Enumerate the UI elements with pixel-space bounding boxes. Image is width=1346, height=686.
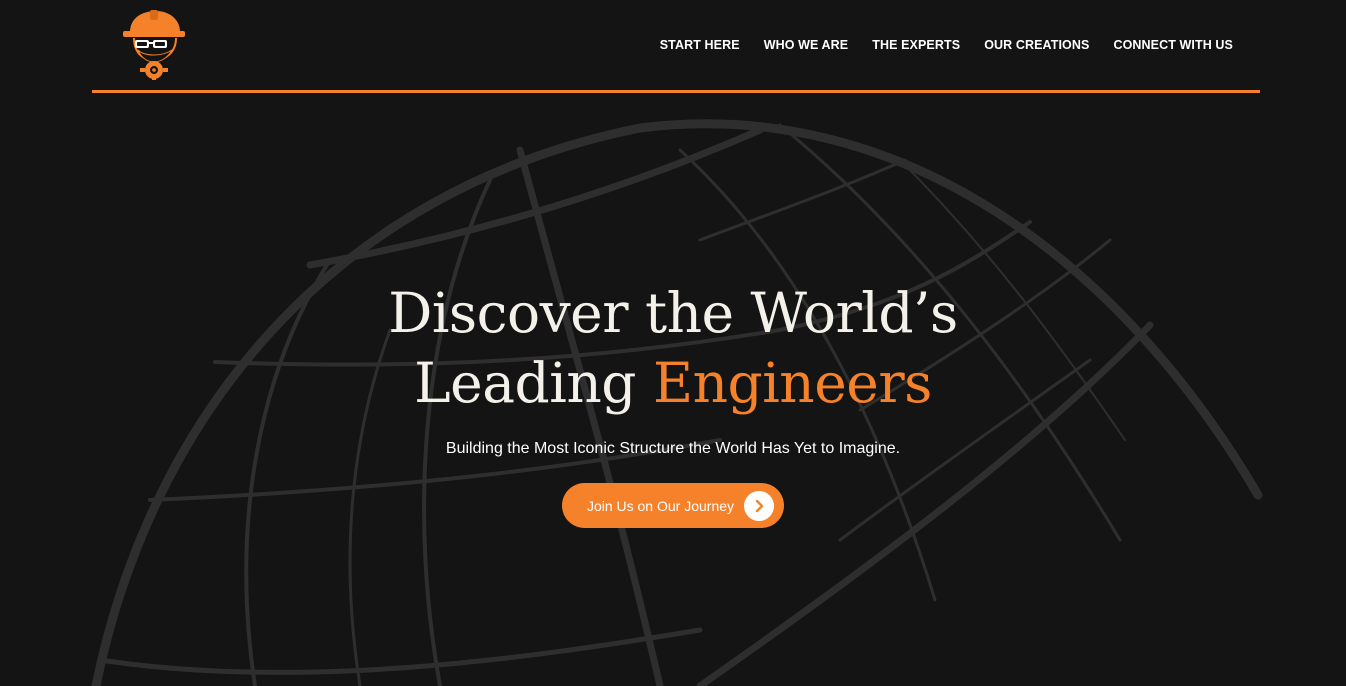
site-header: START HERE WHO WE ARE THE EXPERTS OUR CR… (92, 0, 1260, 93)
join-journey-button[interactable]: Join Us on Our Journey (561, 483, 785, 528)
hero-title-line1: Discover the World’s (388, 281, 958, 345)
hero-title: Discover the World’s Leading Engineers (0, 278, 1346, 418)
chevron-right-icon (744, 490, 775, 521)
hero-section: Discover the World’s Leading Engineers B… (0, 278, 1346, 528)
nav-our-creations[interactable]: OUR CREATIONS (984, 38, 1089, 52)
hero-title-line2-plain: Leading (414, 351, 653, 415)
join-journey-label: Join Us on Our Journey (586, 497, 735, 514)
nav-start-here[interactable]: START HERE (660, 38, 740, 52)
hero-subtitle: Building the Most Iconic Structure the W… (445, 440, 901, 457)
nav-who-we-are[interactable]: WHO WE ARE (764, 38, 849, 52)
nav-the-experts[interactable]: THE EXPERTS (872, 38, 960, 52)
hero-title-accent: Engineers (652, 351, 932, 415)
engineer-hardhat-logo-icon[interactable] (120, 8, 186, 80)
nav-connect-with-us[interactable]: CONNECT WITH US (1113, 38, 1233, 52)
main-nav: START HERE WHO WE ARE THE EXPERTS OUR CR… (660, 38, 1233, 52)
